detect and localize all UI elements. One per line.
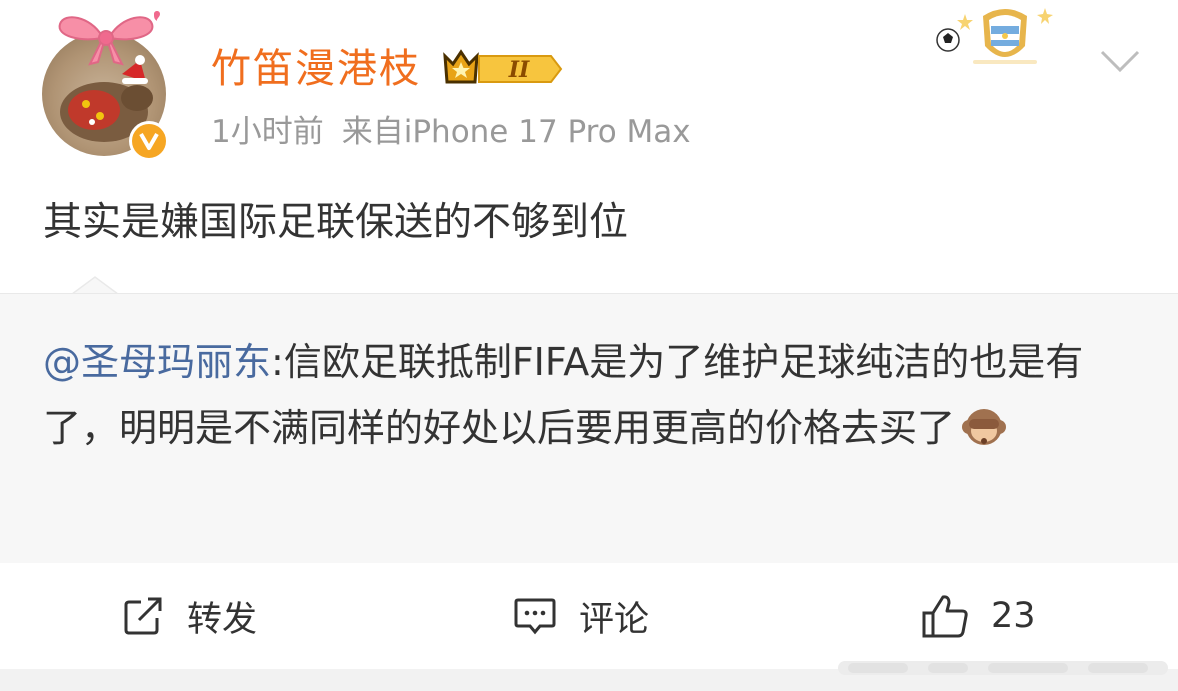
username[interactable]: 竹笛漫港枝 — [211, 43, 421, 95]
bow-icon — [58, 11, 160, 66]
post-source: 来自iPhone 17 Pro Max — [341, 114, 691, 150]
argentina-shield-icon — [936, 8, 1053, 64]
post-text: 其实是嫌国际足联保送的不够到位 — [43, 200, 629, 245]
repost-mention[interactable]: @圣母玛丽东 — [43, 340, 271, 384]
comment-label: 评论 — [579, 599, 650, 640]
verified-icon — [129, 121, 169, 161]
comment-icon — [514, 598, 556, 635]
chevron-down-icon[interactable] — [1098, 46, 1142, 76]
comment-button[interactable]: 评论 — [513, 563, 649, 669]
repost-label: 转发 — [187, 599, 258, 640]
repost-text: @圣母玛丽东:信欧足联抵制FIFA是为了维护足球纯洁的也是有了，明明是不满同样的… — [43, 329, 1143, 461]
bottom-decoration-strip — [838, 661, 1168, 675]
level-badge-text: II — [508, 57, 530, 83]
post-time: 1小时前 — [211, 114, 324, 150]
action-bar: 转发 评论 23 — [0, 563, 1178, 669]
see-no-evil-monkey-icon — [962, 409, 1007, 445]
like-button[interactable]: 23 — [921, 563, 1036, 669]
repost-block[interactable]: @圣母玛丽东:信欧足联抵制FIFA是为了维护足球纯洁的也是有了，明明是不满同样的… — [0, 293, 1178, 564]
like-count: 23 — [991, 596, 1036, 636]
repost-button[interactable]: 转发 — [123, 563, 257, 669]
level-badge[interactable]: II — [443, 46, 563, 90]
like-icon — [922, 595, 968, 638]
post-meta: 1小时前 来自iPhone 17 Pro Max — [211, 110, 691, 154]
share-icon — [124, 597, 162, 635]
